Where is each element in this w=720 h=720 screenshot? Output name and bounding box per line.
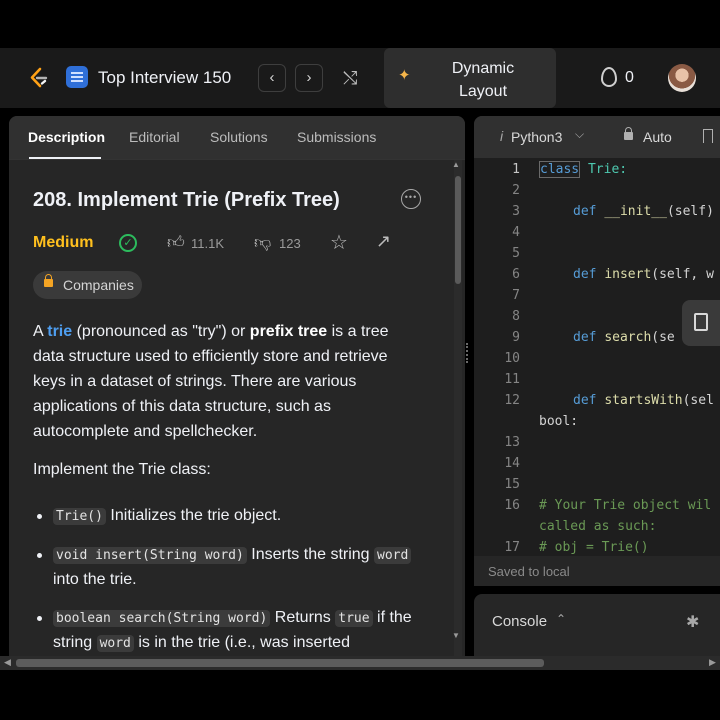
code-line[interactable]: 14	[474, 453, 720, 474]
bookmark-icon[interactable]	[703, 129, 713, 143]
streak-count: 0	[625, 69, 634, 86]
more-options-icon[interactable]: •••	[401, 189, 421, 209]
code-line[interactable]: 16 # Your Trie object wil	[474, 495, 720, 516]
scroll-down-icon[interactable]: ▼	[452, 631, 460, 640]
implement-instruction: Implement the Trie class:	[33, 461, 211, 478]
shuffle-icon[interactable]: ⤭	[343, 68, 357, 89]
tab-solutions[interactable]: Solutions	[210, 129, 268, 145]
scroll-left-icon[interactable]: ◀	[4, 657, 11, 668]
lock-icon	[624, 127, 633, 140]
code-line[interactable]: 11	[474, 369, 720, 390]
description-panel: Description Editorial Solutions Submissi…	[9, 116, 465, 656]
code-line[interactable]: 10	[474, 348, 720, 369]
chevron-left-icon: ‹	[269, 69, 275, 86]
panel-resize-handle[interactable]	[466, 343, 470, 363]
save-status-bar: Saved to local	[474, 556, 720, 586]
chevron-up-icon[interactable]: ⌃	[556, 612, 566, 626]
dynamic-layout-button[interactable]: ✦ Dynamic Layout	[384, 48, 556, 108]
console-label[interactable]: Console	[492, 613, 547, 630]
saved-status: Saved to local	[488, 564, 570, 579]
scroll-up-icon[interactable]: ▲	[452, 160, 460, 169]
list-item: Trie() Initializes the trie object.	[53, 504, 413, 529]
list-item: boolean search(String word) Returns true…	[53, 609, 412, 652]
horizontal-scrollbar[interactable]: ◀ ▶	[0, 656, 720, 670]
code-line[interactable]: 17 # obj = Trie()	[474, 537, 720, 558]
document-icon	[694, 313, 708, 331]
code-line[interactable]: 15	[474, 474, 720, 495]
leetcode-logo-icon[interactable]	[26, 66, 50, 90]
streak-fire-icon[interactable]	[601, 67, 617, 87]
difficulty-badge: Medium	[33, 234, 94, 251]
tab-submissions[interactable]: Submissions	[297, 129, 376, 145]
code-line[interactable]: bool:	[474, 411, 720, 432]
active-tab-indicator	[29, 157, 101, 159]
code-line[interactable]: 12 def startsWith(sel	[474, 390, 720, 411]
code-editor-panel: i Python3 ⌵ Auto 1 class Trie: 2 3 def __i…	[474, 116, 720, 586]
companies-label: Companies	[63, 277, 134, 293]
auto-mode-toggle[interactable]: Auto	[643, 129, 672, 145]
tab-description[interactable]: Description	[28, 129, 105, 145]
panel-tabs: Description Editorial Solutions Submissi…	[9, 116, 465, 160]
like-count: 11.1K	[191, 236, 225, 251]
code-line[interactable]: called as such:	[474, 516, 720, 537]
bullet	[37, 616, 42, 621]
solved-check-icon: ✓	[119, 234, 137, 252]
scroll-right-icon[interactable]: ▶	[709, 657, 716, 668]
code-line[interactable]: 6 def insert(self, w	[474, 264, 720, 285]
editor-toolbar: i Python3 ⌵ Auto	[474, 116, 720, 158]
prev-problem-button[interactable]: ‹	[258, 64, 286, 92]
language-select[interactable]: Python3	[511, 129, 562, 145]
share-icon[interactable]: ↗	[376, 231, 391, 252]
lock-icon	[44, 274, 53, 287]
code-line[interactable]: 13	[474, 432, 720, 453]
problem-description: A trie (pronounced as "try") or prefix t…	[33, 323, 389, 440]
chevron-right-icon: ›	[306, 69, 312, 86]
bullet	[37, 553, 42, 558]
bullet	[37, 514, 42, 519]
chevron-down-icon[interactable]: ⌵	[575, 127, 584, 142]
scrollbar-thumb[interactable]	[455, 176, 461, 284]
problem-title: 208. Implement Trie (Prefix Tree)	[33, 189, 340, 211]
top-navigation-bar: Top Interview 150 ‹ › ⤭ ✦ Dynamic Layout…	[0, 48, 720, 108]
code-line[interactable]: 2	[474, 180, 720, 201]
code-line[interactable]: 1 class Trie:	[474, 159, 720, 180]
notes-button[interactable]	[682, 300, 720, 346]
dislike-count: 123	[279, 236, 301, 251]
trie-link[interactable]: trie	[47, 323, 72, 340]
code-line[interactable]: 4	[474, 222, 720, 243]
language-info-icon: i	[500, 128, 504, 144]
avatar[interactable]	[668, 64, 696, 92]
next-problem-button[interactable]: ›	[295, 64, 323, 92]
star-icon[interactable]: ☆	[330, 230, 348, 255]
sparkle-icon: ✦	[398, 67, 411, 84]
problem-list-title[interactable]: Top Interview 150	[98, 68, 231, 88]
code-line[interactable]: 3 def __init__(self)	[474, 201, 720, 222]
code-line[interactable]: 5	[474, 243, 720, 264]
tab-editorial[interactable]: Editorial	[129, 129, 180, 145]
problem-list-icon[interactable]	[66, 66, 88, 88]
thumbs-up-icon[interactable]: 👍︎	[167, 232, 185, 253]
list-item: void insert(String word) Inserts the str…	[53, 543, 413, 592]
console-panel[interactable]: Console ⌃ ✱	[474, 594, 720, 656]
companies-tag[interactable]: Companies	[33, 271, 142, 299]
thumbs-down-icon[interactable]: 👎︎	[254, 232, 271, 253]
debug-bug-icon[interactable]: ✱	[686, 612, 699, 632]
horizontal-scrollbar-thumb[interactable]	[16, 659, 544, 667]
dynamic-layout-label: Dynamic Layout	[451, 60, 515, 100]
